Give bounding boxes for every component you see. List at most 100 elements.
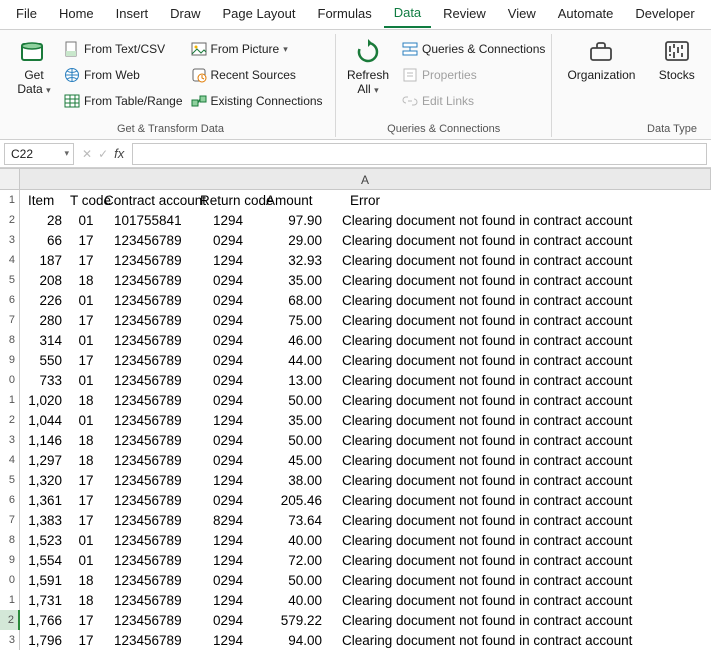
cell-acct[interactable]: 123456789 [104,573,200,588]
cell-tcode[interactable]: 01 [68,413,104,428]
tab-h[interactable]: H [707,2,711,27]
cell-err[interactable]: Clearing document not found in contract … [328,633,711,648]
cell-err[interactable]: Clearing document not found in contract … [328,333,711,348]
cell-ret[interactable]: 1294 [200,553,256,568]
row-number[interactable]: 3 [0,430,20,450]
table-row[interactable]: 418717123456789129432.93Clearing documen… [0,250,711,270]
row-number[interactable]: 8 [0,530,20,550]
cell-amt[interactable]: 13.00 [256,373,328,388]
cell-acct[interactable]: 123456789 [104,593,200,608]
cell-err[interactable]: Clearing document not found in contract … [328,253,711,268]
cell-ret[interactable]: 1294 [200,253,256,268]
cell-err[interactable]: Clearing document not found in contract … [328,453,711,468]
cell-tcode[interactable]: 17 [68,253,104,268]
cell-ret[interactable]: 1294 [200,633,256,648]
cell-amt[interactable]: 97.90 [256,213,328,228]
cell-tcode[interactable]: 01 [68,553,104,568]
row-number[interactable]: 4 [0,450,20,470]
from-picture-button[interactable]: From Picture ▾ [191,38,323,60]
table-row[interactable]: 01,59118123456789029450.00Clearing docum… [0,570,711,590]
table-row[interactable]: 11,02018123456789029450.00Clearing docum… [0,390,711,410]
cell-ret[interactable]: 0294 [200,353,256,368]
organization-button[interactable]: Organization [564,34,638,82]
cell-tcode[interactable]: 17 [68,493,104,508]
cell-acct[interactable]: 123456789 [104,613,200,628]
cell-acct[interactable]: 123456789 [104,253,200,268]
cell-item[interactable]: 1,591 [20,573,68,588]
table-row[interactable]: 41,29718123456789029445.00Clearing docum… [0,450,711,470]
existing-connections-button[interactable]: Existing Connections [191,90,323,112]
table-row[interactable]: 21,04401123456789129435.00Clearing docum… [0,410,711,430]
cell-ret[interactable]: 0294 [200,373,256,388]
cell-acct[interactable]: 123456789 [104,353,200,368]
cell-tcode[interactable]: 17 [68,233,104,248]
cell-amt[interactable]: 94.00 [256,633,328,648]
cell-err[interactable]: Clearing document not found in contract … [328,313,711,328]
cell-amt[interactable]: 35.00 [256,273,328,288]
tab-developer[interactable]: Developer [625,2,704,27]
queries-connections-button[interactable]: Queries & Connections [402,38,545,60]
cell-tcode[interactable]: 17 [68,473,104,488]
cell-item[interactable]: 733 [20,373,68,388]
cell-ret[interactable]: 0294 [200,613,256,628]
cell-err[interactable]: Clearing document not found in contract … [328,473,711,488]
cell-ret[interactable]: 1294 [200,473,256,488]
from-text-csv-button[interactable]: From Text/CSV [64,38,183,60]
table-row[interactable]: 22801101755841129497.90Clearing document… [0,210,711,230]
cell-item[interactable]: 66 [20,233,68,248]
get-data-button[interactable]: GetData ▾ [12,34,56,97]
cell-acct[interactable]: 123456789 [104,633,200,648]
cell-item[interactable]: 1,383 [20,513,68,528]
row-number[interactable]: 1 [0,590,20,610]
row-number[interactable]: 0 [0,370,20,390]
table-row[interactable]: 36617123456789029429.00Clearing document… [0,230,711,250]
table-row[interactable]: 21,766171234567890294579.22Clearing docu… [0,610,711,630]
cell-amt[interactable]: 50.00 [256,433,328,448]
cell-acct[interactable]: 123456789 [104,553,200,568]
cancel-icon[interactable]: ✕ [82,147,92,161]
cell-amt[interactable]: 68.00 [256,293,328,308]
cell-amt[interactable]: 32.93 [256,253,328,268]
cell-item[interactable]: 1,361 [20,493,68,508]
cell-item[interactable]: 1,297 [20,453,68,468]
column-header-A[interactable]: A [20,169,711,189]
recent-sources-button[interactable]: Recent Sources [191,64,323,86]
cell-amt[interactable]: 29.00 [256,233,328,248]
row-number[interactable]: 9 [0,350,20,370]
tab-page-layout[interactable]: Page Layout [213,2,306,27]
cell-err[interactable]: Clearing document not found in contract … [328,293,711,308]
table-row[interactable]: 955017123456789029444.00Clearing documen… [0,350,711,370]
cell-amt[interactable]: 44.00 [256,353,328,368]
cell-tcode[interactable]: 17 [68,613,104,628]
tab-review[interactable]: Review [433,2,496,27]
table-row[interactable]: 520818123456789029435.00Clearing documen… [0,270,711,290]
from-table-range-button[interactable]: From Table/Range [64,90,183,112]
cell-item[interactable]: 1,320 [20,473,68,488]
row-number[interactable]: 5 [0,270,20,290]
cell-ret[interactable]: 0294 [200,233,256,248]
cell-acct[interactable]: 123456789 [104,313,200,328]
cell-tcode[interactable]: 18 [68,453,104,468]
fx-icon[interactable]: fx [114,146,124,161]
cell-ret[interactable]: 0294 [200,333,256,348]
cell-tcode[interactable]: 17 [68,633,104,648]
cell-amt[interactable]: 45.00 [256,453,328,468]
tab-insert[interactable]: Insert [106,2,159,27]
cell-item[interactable]: 1,766 [20,613,68,628]
cell-ret[interactable]: 1294 [200,533,256,548]
cell-item[interactable]: 187 [20,253,68,268]
row-number[interactable]: 2 [0,410,20,430]
cell-amt[interactable]: 40.00 [256,533,328,548]
cell-tcode[interactable]: 18 [68,393,104,408]
formula-input[interactable] [132,143,707,165]
cell-acct[interactable]: 123456789 [104,333,200,348]
cell-ret[interactable]: 0294 [200,573,256,588]
tab-view[interactable]: View [498,2,546,27]
cell-err[interactable]: Clearing document not found in contract … [328,413,711,428]
cell-acct[interactable]: 123456789 [104,453,200,468]
row-number[interactable]: 1 [0,390,20,410]
table-row[interactable]: 31,14618123456789029450.00Clearing docum… [0,430,711,450]
tab-data[interactable]: Data [384,1,431,28]
cell-amt[interactable]: 50.00 [256,393,328,408]
cell-err[interactable]: Clearing document not found in contract … [328,213,711,228]
